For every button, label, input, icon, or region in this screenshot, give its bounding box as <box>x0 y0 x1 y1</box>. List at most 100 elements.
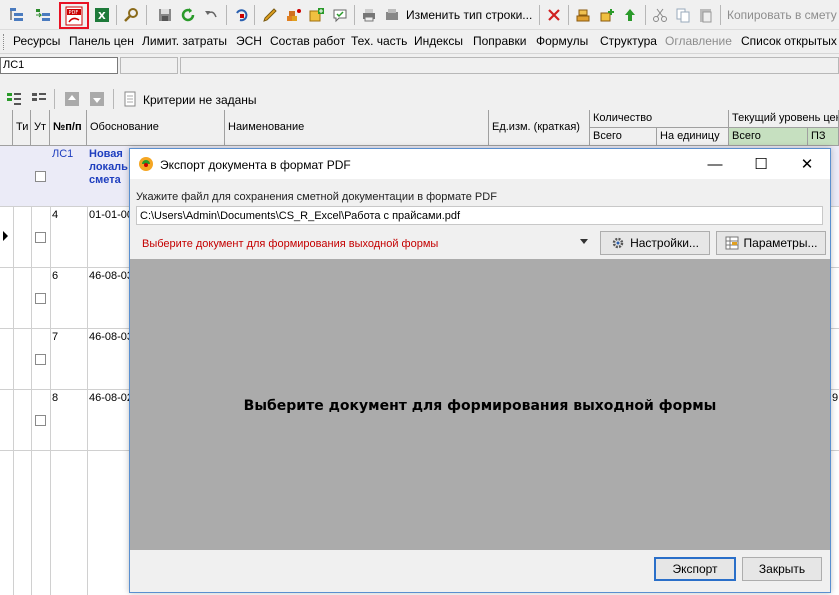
change-row-type-button[interactable]: Изменить тип строки... <box>406 8 532 22</box>
header-current-level[interactable]: Текущий уровень цен <box>729 110 839 128</box>
row-checkbox[interactable] <box>35 171 46 182</box>
search-icon[interactable] <box>120 4 142 26</box>
insert-icon[interactable] <box>596 4 618 26</box>
header-ti[interactable]: Ти <box>13 110 31 146</box>
save-icon[interactable] <box>154 4 176 26</box>
filter-bar: Критерии не заданы <box>0 86 839 110</box>
row-checkbox[interactable] <box>35 354 46 365</box>
export-pdf-dialog: Экспорт документа в формат PDF — ☐ ✕ Ука… <box>129 148 831 593</box>
header-num[interactable]: №п/п <box>50 110 87 146</box>
menu-contents[interactable]: Оглавление <box>665 34 732 48</box>
export-button[interactable]: Экспорт <box>654 557 736 581</box>
menu-indexes[interactable]: Индексы <box>414 34 463 48</box>
menu-corrections[interactable]: Поправки <box>473 34 526 48</box>
stack-icon[interactable] <box>572 4 594 26</box>
row-basis: 46-08-03 <box>89 270 129 282</box>
row-number: 7 <box>52 331 59 343</box>
menu-price-panel[interactable]: Панель цен <box>69 34 134 48</box>
row-basis: 46-08-02 <box>89 392 129 404</box>
row-number: 4 <box>52 209 59 221</box>
main-toolbar: PDF X Изменить тип строки... Копировать … <box>0 0 839 30</box>
preview-message: Выберите документ для формирования выход… <box>243 398 717 414</box>
undo-icon[interactable] <box>200 4 222 26</box>
menu-work-composition[interactable]: Состав работ <box>270 34 345 48</box>
settings-button[interactable]: Настройки... <box>600 231 710 255</box>
app-logo-icon <box>138 156 154 175</box>
close-button[interactable]: Закрыть <box>742 557 822 581</box>
resources-icon[interactable] <box>283 4 305 26</box>
delete-icon[interactable] <box>543 4 565 26</box>
export-excel-icon[interactable]: X <box>91 4 113 26</box>
filter-criteria-label[interactable]: Критерии не заданы <box>143 93 257 107</box>
params-table-icon <box>725 236 739 250</box>
arrow-up-icon[interactable] <box>61 88 83 110</box>
name-field-extra <box>120 57 178 74</box>
file-label: Укажите файл для сохранения сметной доку… <box>136 191 497 203</box>
cut-icon[interactable] <box>649 4 671 26</box>
header-ut[interactable]: Ут <box>31 110 50 146</box>
maximize-icon[interactable]: ☐ <box>738 149 784 179</box>
add-item-icon[interactable] <box>306 4 328 26</box>
header-name[interactable]: Наименование <box>225 110 489 146</box>
print-icon[interactable] <box>358 4 380 26</box>
header-row-selector <box>0 110 13 146</box>
filter-document-icon[interactable] <box>119 88 141 110</box>
close-button-label: Закрыть <box>758 562 806 576</box>
header-quantity[interactable]: Количество <box>590 110 729 128</box>
move-up-icon[interactable] <box>619 4 641 26</box>
row-number: ЛС1 <box>52 148 74 160</box>
recalc-icon[interactable] <box>231 4 253 26</box>
file-path-input[interactable]: C:\Users\Admin\Documents\CS_R_Excel\Рабо… <box>136 206 823 225</box>
export-button-label: Экспорт <box>672 562 718 576</box>
close-icon[interactable]: ✕ <box>784 149 830 179</box>
preview-area: Выберите документ для формирования выход… <box>130 259 830 550</box>
tree-indent-icon[interactable] <box>6 4 28 26</box>
change-row-type-icon[interactable] <box>381 4 403 26</box>
minimize-icon[interactable]: — <box>692 149 738 179</box>
row-checkbox[interactable] <box>35 232 46 243</box>
header-unit[interactable]: Ед.изм. (краткая) <box>489 110 590 146</box>
menu-limit-costs[interactable]: Лимит. затраты <box>142 34 227 48</box>
settings-button-label: Настройки... <box>630 236 699 250</box>
arrow-down-icon[interactable] <box>86 88 108 110</box>
formula-field[interactable] <box>180 57 839 74</box>
svg-text:PDF: PDF <box>69 10 79 16</box>
header-cur-pz[interactable]: ПЗ <box>808 128 839 146</box>
row-checkbox[interactable] <box>35 415 46 426</box>
menu-esn[interactable]: ЭСН <box>236 34 262 48</box>
menu-formulas[interactable]: Формулы <box>536 34 588 48</box>
dialog-title: Экспорт документа в формат PDF <box>160 158 351 172</box>
menu-open-list[interactable]: Список открытых <box>741 34 837 48</box>
export-pdf-button[interactable]: PDF <box>59 2 89 29</box>
copy-icon[interactable] <box>672 4 694 26</box>
row-basis: Новая локаль смета <box>89 148 128 186</box>
header-basis[interactable]: Обоснование <box>87 110 225 146</box>
paste-icon[interactable] <box>695 4 717 26</box>
collapse-all-icon[interactable] <box>28 88 50 110</box>
expand-all-icon[interactable] <box>3 88 25 110</box>
menu-structure[interactable]: Структура <box>600 34 657 48</box>
row-cur-value: 9 <box>832 392 839 404</box>
header-cur-total[interactable]: Всего <box>729 128 808 146</box>
row-basis: 01-01-00 <box>89 209 129 221</box>
settings-gear-icon <box>612 237 624 249</box>
menu-grip <box>3 34 6 50</box>
pencil-tools-icon[interactable] <box>259 4 281 26</box>
document-select[interactable]: Выберите документ для формирования выход… <box>136 233 594 254</box>
row-checkbox[interactable] <box>35 293 46 304</box>
chevron-down-icon[interactable] <box>580 239 588 244</box>
row-number: 8 <box>52 392 59 404</box>
params-button[interactable]: Параметры... <box>716 231 826 255</box>
dialog-titlebar[interactable]: Экспорт документа в формат PDF — ☐ ✕ <box>130 149 830 179</box>
header-qty-per-unit[interactable]: На единицу <box>657 128 729 146</box>
menu-tech-part[interactable]: Тех. часть <box>351 34 407 48</box>
name-field[interactable]: ЛС1 <box>0 57 118 74</box>
tree-outdent-icon[interactable] <box>32 4 54 26</box>
comment-icon[interactable] <box>329 4 351 26</box>
current-row-indicator-icon <box>0 230 12 242</box>
header-qty-total[interactable]: Всего <box>590 128 657 146</box>
refresh-icon[interactable] <box>177 4 199 26</box>
row-number: 6 <box>52 270 59 282</box>
copy-to-estimate-button[interactable]: Копировать в смету <box>727 8 837 22</box>
menu-resources[interactable]: Ресурсы <box>13 34 60 48</box>
